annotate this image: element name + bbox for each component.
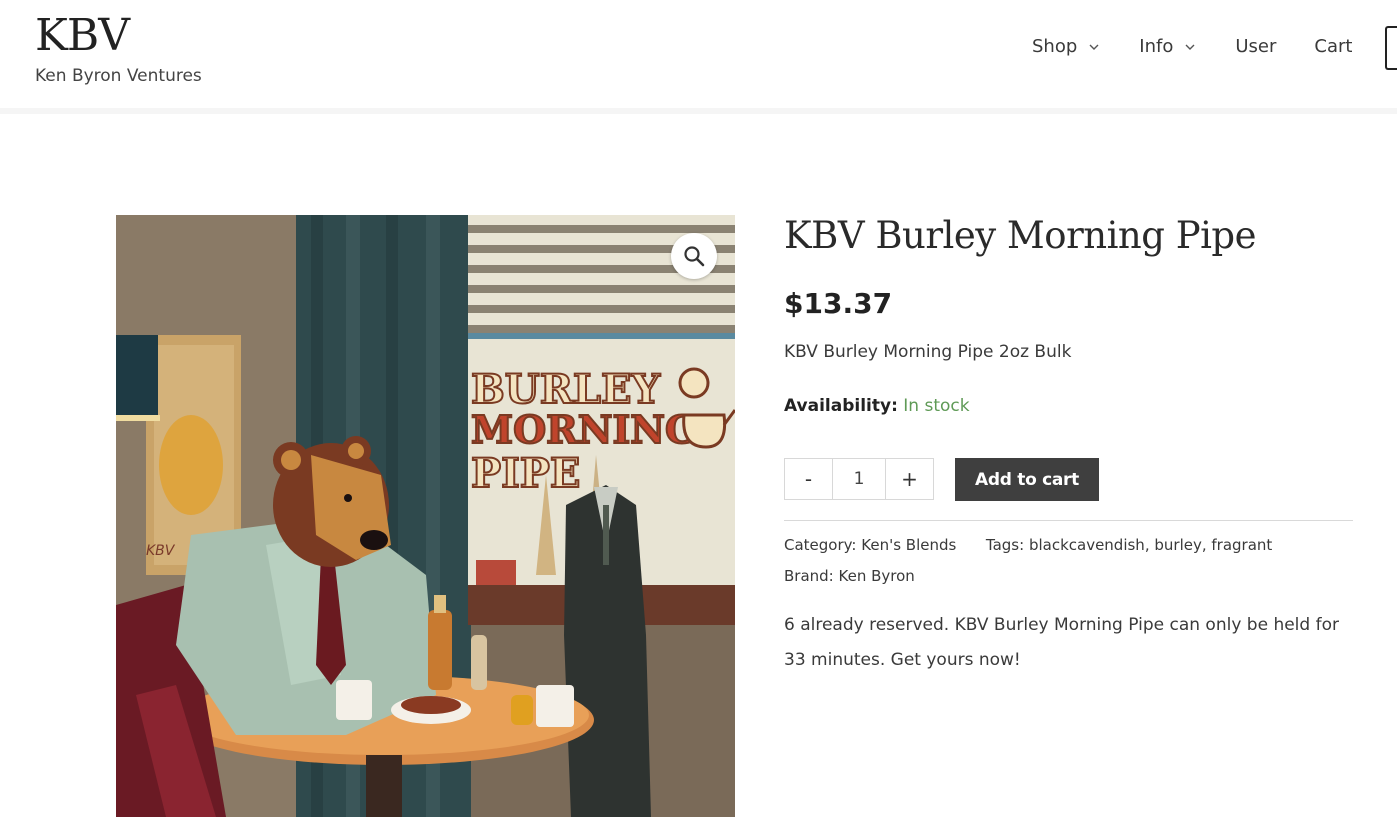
- zoom-button[interactable]: [671, 233, 717, 279]
- nav-item-cart[interactable]: Cart: [1314, 36, 1352, 57]
- image-signature: KBV: [146, 543, 176, 559]
- meta-divider: [784, 520, 1353, 521]
- nav-item-label: Cart: [1314, 36, 1353, 57]
- site-header: KBV Ken Byron Ventures Shop Info User Ca…: [0, 0, 1397, 108]
- brand-row: Brand: Ken Byron: [784, 567, 915, 585]
- image-lettering-3: PIPE: [471, 450, 580, 497]
- brand-label: Brand:: [784, 567, 834, 585]
- nav-item-user[interactable]: User: [1235, 36, 1276, 57]
- quantity-stepper: - +: [784, 458, 934, 500]
- product-price: $13.37: [784, 287, 893, 320]
- brand-link[interactable]: Ken Byron: [839, 567, 915, 585]
- chevron-down-icon: [1089, 44, 1099, 50]
- site-logo[interactable]: KBV: [35, 10, 130, 61]
- image-lettering-1: BURLEY: [471, 366, 661, 413]
- availability-label: Availability:: [784, 396, 898, 416]
- product-short-description: KBV Burley Morning Pipe 2oz Bulk: [784, 342, 1072, 362]
- nav-item-label: User: [1235, 36, 1277, 57]
- category-label: Category:: [784, 536, 857, 554]
- tag-link[interactable]: burley: [1154, 536, 1201, 554]
- nav-item-shop[interactable]: Shop: [1032, 36, 1101, 57]
- header-divider: [0, 108, 1397, 114]
- reservation-notice: 6 already reserved. KBV Burley Morning P…: [784, 615, 1339, 670]
- nav-item-label: Info: [1139, 36, 1174, 57]
- tag-link[interactable]: fragrant: [1211, 536, 1272, 554]
- main-nav: Shop Info User Cart: [1032, 36, 1352, 57]
- qty-increase-button[interactable]: +: [886, 459, 933, 499]
- add-to-cart-button[interactable]: Add to cart: [955, 458, 1099, 501]
- magnifier-icon: [684, 246, 705, 267]
- tag-link[interactable]: blackcavendish: [1029, 536, 1145, 554]
- availability-status: In stock: [903, 396, 970, 416]
- availability: Availability: In stock: [784, 396, 970, 416]
- quantity-input[interactable]: [832, 459, 886, 499]
- chevron-down-icon: [1185, 44, 1195, 50]
- header-button[interactable]: [1385, 26, 1397, 70]
- product-meta-row: Category: Ken's Blends Tags: blackcavend…: [784, 536, 1273, 554]
- tags-label: Tags:: [985, 536, 1025, 554]
- nav-item-info[interactable]: Info: [1139, 36, 1197, 57]
- product-image[interactable]: BURLEY MORNING PIPE KBV: [116, 215, 735, 817]
- site-tagline: Ken Byron Ventures: [35, 66, 202, 86]
- product-illustration: BURLEY MORNING PIPE KBV: [116, 215, 735, 817]
- nav-item-label: Shop: [1032, 36, 1078, 57]
- product-title: KBV Burley Morning Pipe: [784, 214, 1257, 257]
- image-lettering-2: MORNING: [471, 407, 697, 452]
- qty-decrease-button[interactable]: -: [785, 459, 832, 499]
- category-link[interactable]: Ken's Blends: [861, 536, 956, 554]
